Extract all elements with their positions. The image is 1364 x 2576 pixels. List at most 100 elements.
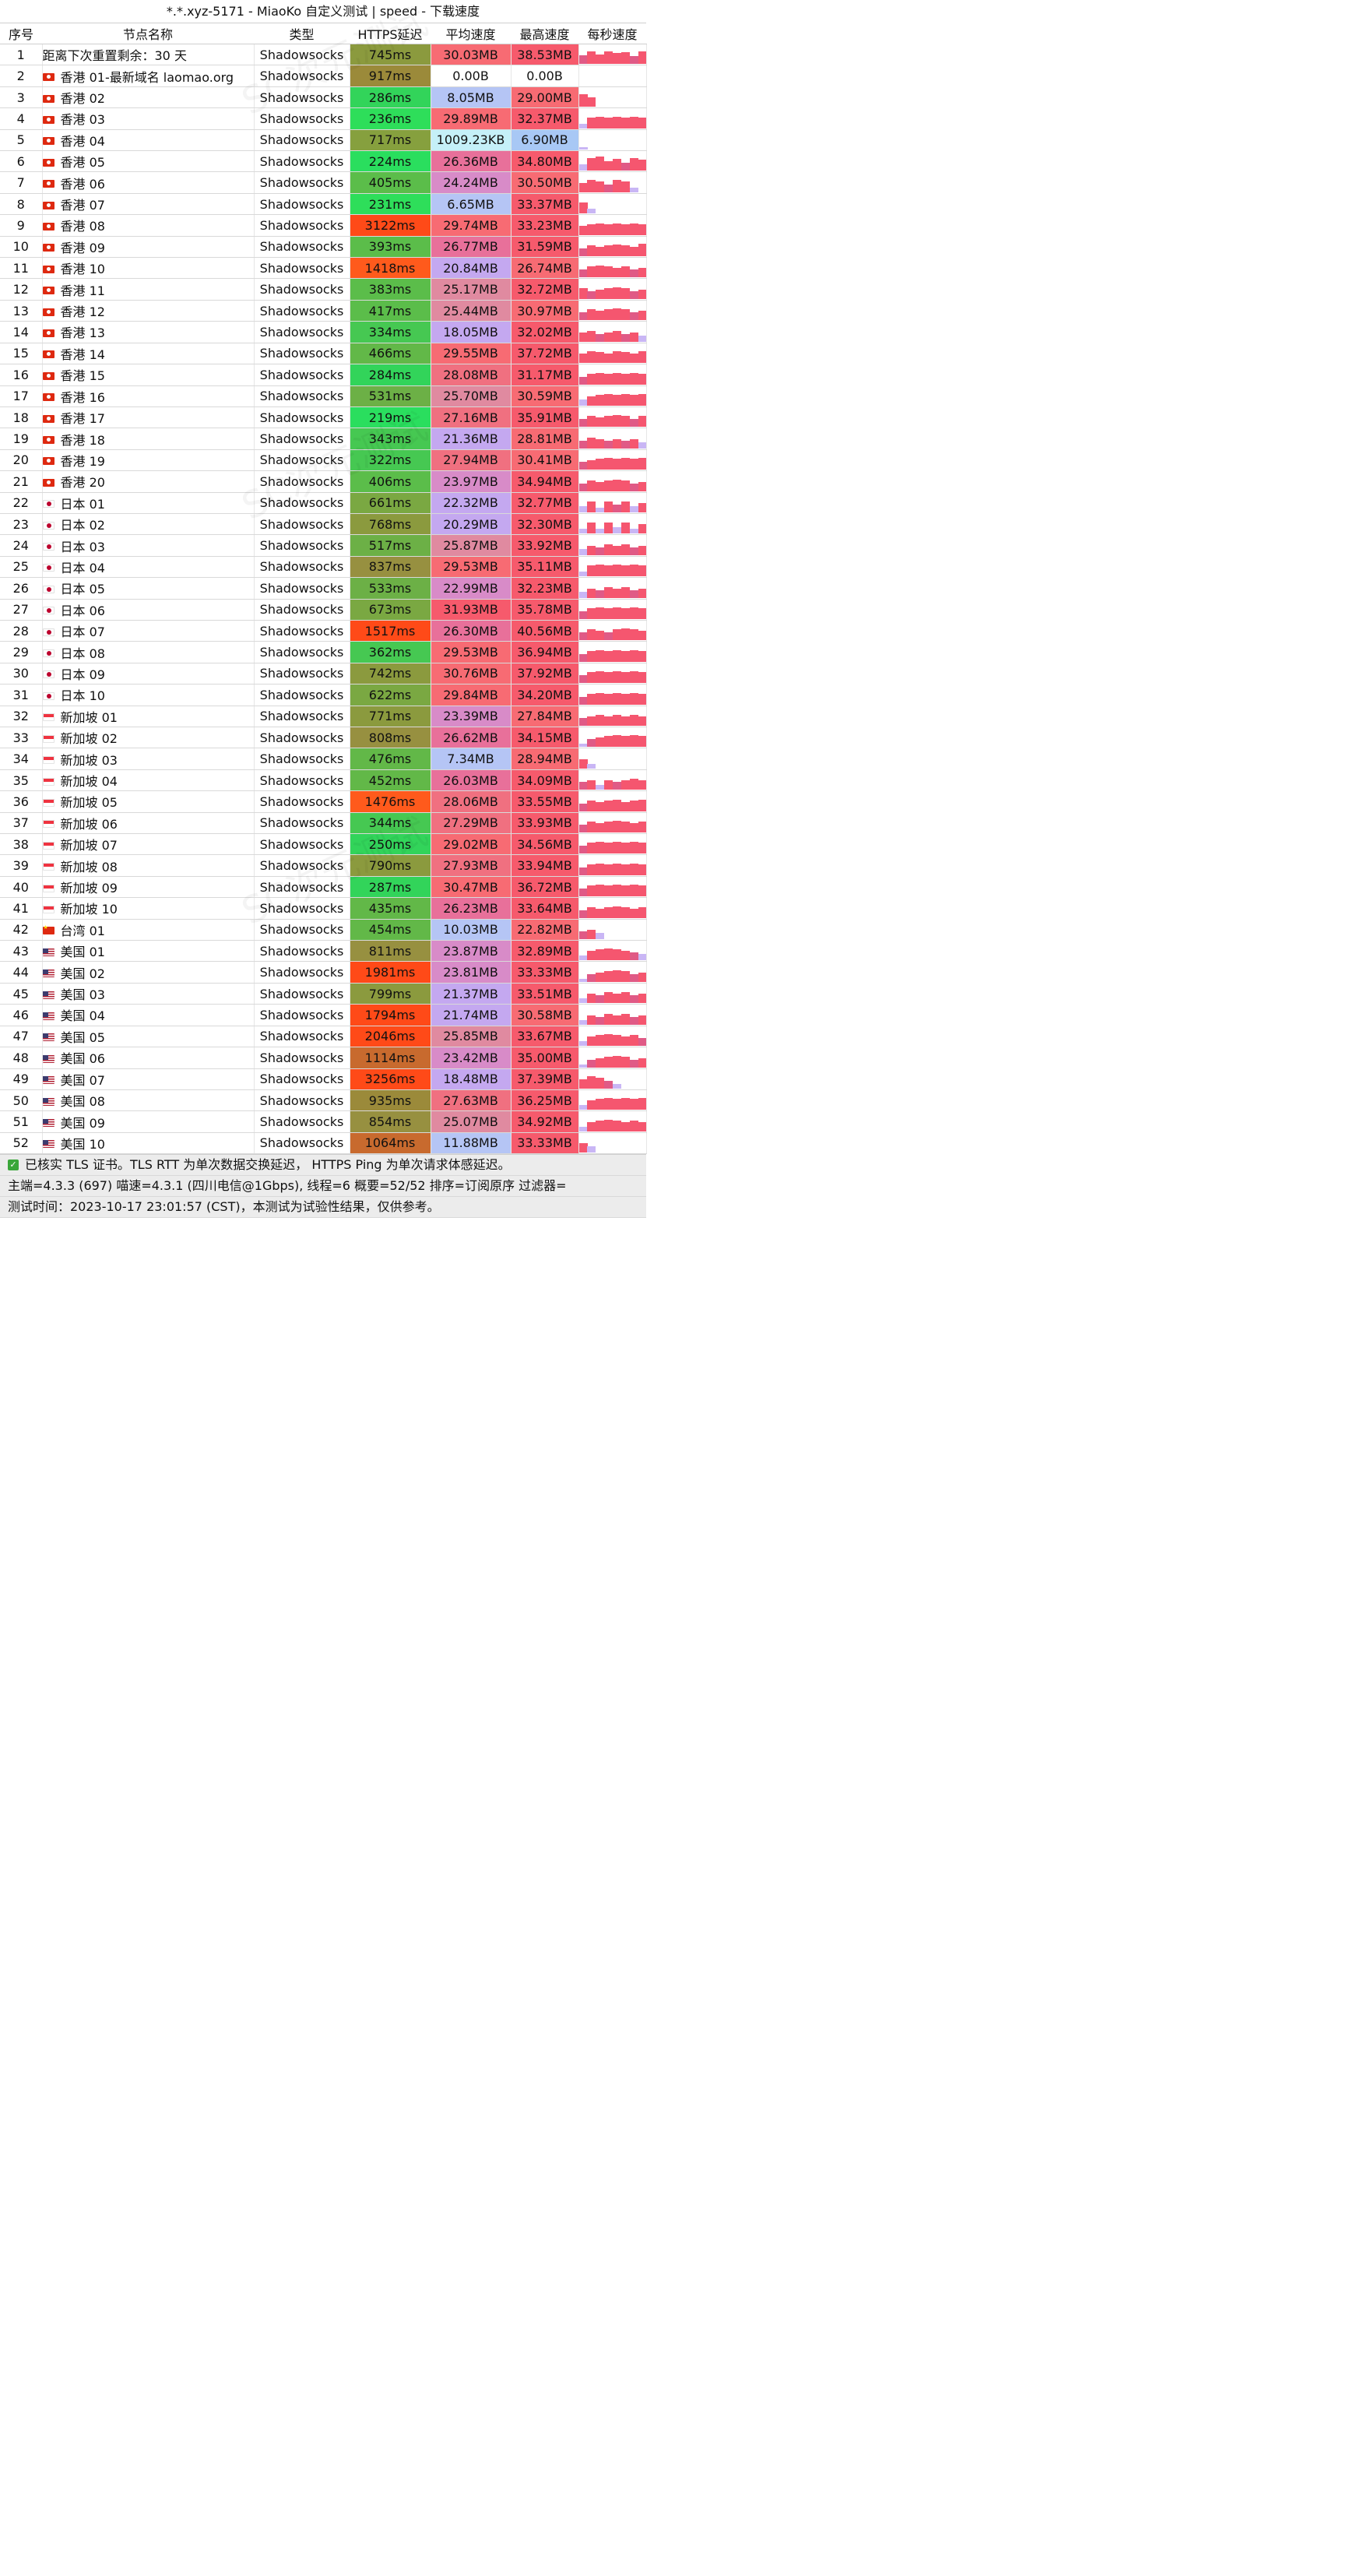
speed-bar (638, 51, 645, 65)
speed-bar (587, 223, 596, 235)
flag-hk-icon (42, 265, 54, 273)
flag-jp-icon (42, 543, 54, 551)
per-second-speed-chart (578, 961, 647, 984)
per-second-speed-chart (578, 364, 647, 386)
node-name: 日本 04 (60, 560, 105, 575)
table-row: 45 美国 03 Shadowsocks 799ms 21.37MB 33.51MB (0, 983, 647, 1005)
speed-bar (587, 209, 596, 214)
row-index: 16 (0, 364, 43, 386)
table-row: 3 香港 02 Shadowsocks 286ms 8.05MB 29.00MB (0, 86, 647, 109)
avg-speed: 23.81MB (431, 961, 512, 984)
table-row: 50 美国 08 Shadowsocks 935ms 27.63MB 36.25MB (0, 1089, 647, 1112)
speed-bar (578, 248, 588, 257)
speed-bar (629, 1120, 638, 1131)
flag-us-icon (42, 1054, 54, 1063)
table-row: 14 香港 13 Shadowsocks 334ms 18.05MB 32.02MB (0, 321, 647, 343)
speed-bar (596, 949, 605, 961)
node-type: Shadowsocks (254, 599, 350, 621)
speed-bar (638, 607, 645, 619)
speed-bar (629, 1035, 638, 1047)
avg-speed: 7.34MB (431, 748, 512, 770)
node-name-cell: 美国 01 (42, 940, 255, 962)
node-name-cell: 美国 04 (42, 1004, 255, 1026)
speed-bar (629, 505, 638, 512)
avg-speed: 26.36MB (431, 150, 512, 173)
speed-bar (613, 459, 622, 470)
report-title: *.*.xyz-5171 - MiaoKo 自定义测试 | speed - 下载… (0, 0, 646, 23)
row-index: 39 (0, 854, 43, 877)
speed-bar (604, 51, 613, 65)
flag-hk-icon (42, 137, 54, 146)
speed-bar (587, 693, 596, 705)
table-row: 32 新加坡 01 Shadowsocks 771ms 23.39MB 27.84MB (0, 706, 647, 728)
node-type: Shadowsocks (254, 1026, 350, 1048)
node-name-cell: 日本 06 (42, 599, 255, 621)
flag-us-icon (42, 1097, 54, 1106)
table-row: 5 香港 04 Shadowsocks 717ms 1009.23KB 6.90MB (0, 129, 647, 152)
table-row: 48 美国 06 Shadowsocks 1114ms 23.42MB 35.00MB (0, 1047, 647, 1069)
node-type: Shadowsocks (254, 1089, 350, 1112)
row-index: 35 (0, 769, 43, 792)
node-name-cell: 香港 18 (42, 428, 255, 450)
speed-bar (596, 785, 605, 790)
node-type: Shadowsocks (254, 706, 350, 728)
node-name-cell: 日本 09 (42, 663, 255, 685)
speed-bar (578, 548, 588, 555)
speed-bar (629, 779, 638, 790)
speed-bar (604, 1119, 613, 1131)
max-speed: 32.02MB (511, 321, 579, 343)
speed-bar (604, 393, 613, 406)
avg-speed: 22.99MB (431, 577, 512, 600)
speed-bar (629, 312, 638, 321)
node-name: 香港 10 (60, 262, 105, 277)
speed-bar (578, 744, 588, 748)
speed-bar (587, 629, 596, 641)
row-index: 28 (0, 620, 43, 642)
speed-bar (596, 55, 605, 65)
table-row: 41 新加坡 10 Shadowsocks 435ms 26.23MB 33.64MB (0, 897, 647, 920)
https-latency: 284ms (350, 364, 431, 386)
speed-bar (620, 245, 630, 257)
per-second-speed-chart (578, 513, 647, 536)
node-name: 日本 10 (60, 688, 105, 704)
speed-bar (613, 1083, 622, 1089)
https-latency: 236ms (350, 107, 431, 130)
speed-bar (596, 995, 605, 1004)
speed-bar (604, 416, 613, 428)
table-row: 4 香港 03 Shadowsocks 236ms 29.89MB 32.37MB (0, 107, 647, 130)
node-name: 日本 06 (60, 603, 105, 618)
node-type: Shadowsocks (254, 214, 350, 237)
avg-speed: 26.62MB (431, 727, 512, 749)
speed-bar (604, 161, 613, 171)
node-name-cell: 香港 13 (42, 321, 255, 343)
avg-speed: 1009.23KB (431, 129, 512, 152)
node-type: Shadowsocks (254, 663, 350, 685)
speed-bar (587, 864, 596, 875)
speed-bar (613, 53, 622, 65)
node-type: Shadowsocks (254, 278, 350, 301)
table-body: 1 距离下次重置剩余：30 天 Shadowsocks 745ms 30.03MB 38.… (0, 44, 647, 1155)
max-speed: 30.97MB (511, 300, 579, 322)
speed-bar (613, 715, 622, 726)
speed-bar (596, 507, 605, 512)
node-type: Shadowsocks (254, 236, 350, 259)
speed-bar (638, 1098, 645, 1110)
speed-bar (613, 504, 622, 512)
max-speed: 33.51MB (511, 983, 579, 1005)
speed-bar (587, 672, 596, 684)
table-row: 15 香港 14 Shadowsocks 466ms 29.55MB 37.72MB (0, 343, 647, 365)
node-type: Shadowsocks (254, 300, 350, 322)
node-type: Shadowsocks (254, 684, 350, 706)
avg-speed: 20.29MB (431, 513, 512, 536)
speed-bar (629, 459, 638, 470)
node-type: Shadowsocks (254, 343, 350, 365)
speed-bar (638, 416, 645, 428)
per-second-speed-chart (578, 556, 647, 579)
avg-speed: 26.03MB (431, 769, 512, 792)
node-name-cell: 日本 08 (42, 641, 255, 663)
https-latency: 219ms (350, 406, 431, 429)
speed-bar (613, 671, 622, 684)
flag-hk-icon (42, 350, 54, 359)
avg-speed: 8.05MB (431, 86, 512, 109)
row-index: 1 (0, 44, 43, 66)
